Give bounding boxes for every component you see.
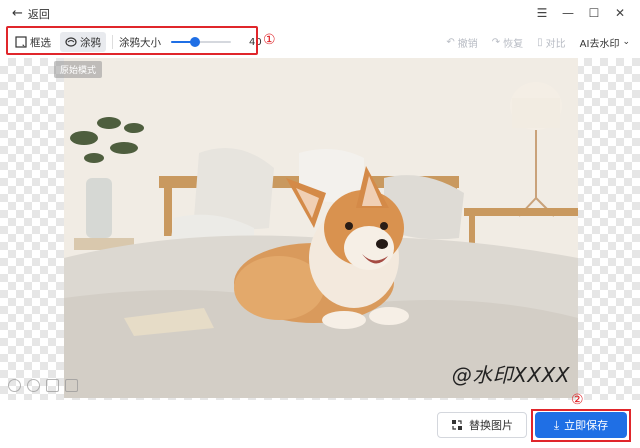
image-canvas[interactable]: @水印XXXX 原始模式 xyxy=(0,58,640,400)
callout-marker-1: ① xyxy=(263,32,276,48)
photo-preview[interactable]: @水印XXXX xyxy=(64,58,578,398)
compare-label: 对比 xyxy=(545,38,566,50)
corgi-photo xyxy=(64,58,578,398)
save-highlight-box xyxy=(531,409,631,442)
arrow-left-icon: ← xyxy=(12,6,23,21)
undo-button[interactable]: ↶ 撤销 xyxy=(446,35,477,50)
compare-button[interactable]: ▯ 对比 xyxy=(537,35,566,50)
zoom-tools xyxy=(8,379,78,392)
toolbar-highlight-box xyxy=(6,26,258,55)
ai-remove-watermark-dropdown[interactable]: AI去水印 ⌄ xyxy=(580,35,630,50)
compare-mode-chip[interactable]: 原始模式 xyxy=(54,61,103,78)
replace-image-button[interactable]: 替换图片 xyxy=(437,412,527,438)
undo-label: 撤销 xyxy=(457,38,478,50)
back-label: 返回 xyxy=(27,8,50,21)
edit-actions: ↶ 撤销 ↷ 恢复 ▯ 对比 AI去水印 ⌄ xyxy=(446,33,630,51)
zoom-in-icon[interactable] xyxy=(27,379,40,392)
zoom-out-icon[interactable] xyxy=(8,379,21,392)
redo-button[interactable]: ↷ 恢复 xyxy=(492,35,523,50)
back-button[interactable]: ← 返回 xyxy=(12,6,50,22)
replace-icon xyxy=(452,420,462,430)
chevron-down-icon: ⌄ xyxy=(622,37,630,47)
undo-icon: ↶ xyxy=(446,36,455,48)
fit-screen-icon[interactable] xyxy=(46,379,59,392)
toolbar: 框选 涂鸦 涂鸦大小 40 ① ↶ 撤销 ↷ 恢复 ▯ 对比 AI去水印 ⌄ xyxy=(0,26,640,56)
window-controls: ☰ — ☐ ✕ xyxy=(536,6,626,20)
ai-remove-label: AI去水印 xyxy=(579,38,620,50)
callout-marker-2: ② xyxy=(571,392,584,408)
menu-icon[interactable]: ☰ xyxy=(536,6,548,20)
redo-label: 恢复 xyxy=(503,38,524,50)
minimize-icon[interactable]: — xyxy=(562,6,574,20)
replace-label: 替换图片 xyxy=(469,419,513,432)
compare-icon: ▯ xyxy=(537,36,543,48)
watermark-text: @水印XXXX xyxy=(451,363,570,387)
title-bar: ← 返回 ☰ — ☐ ✕ xyxy=(0,0,640,28)
close-icon[interactable]: ✕ xyxy=(614,6,626,20)
maximize-icon[interactable]: ☐ xyxy=(588,6,600,20)
original-size-icon[interactable] xyxy=(65,379,78,392)
redo-icon: ↷ xyxy=(491,36,501,48)
